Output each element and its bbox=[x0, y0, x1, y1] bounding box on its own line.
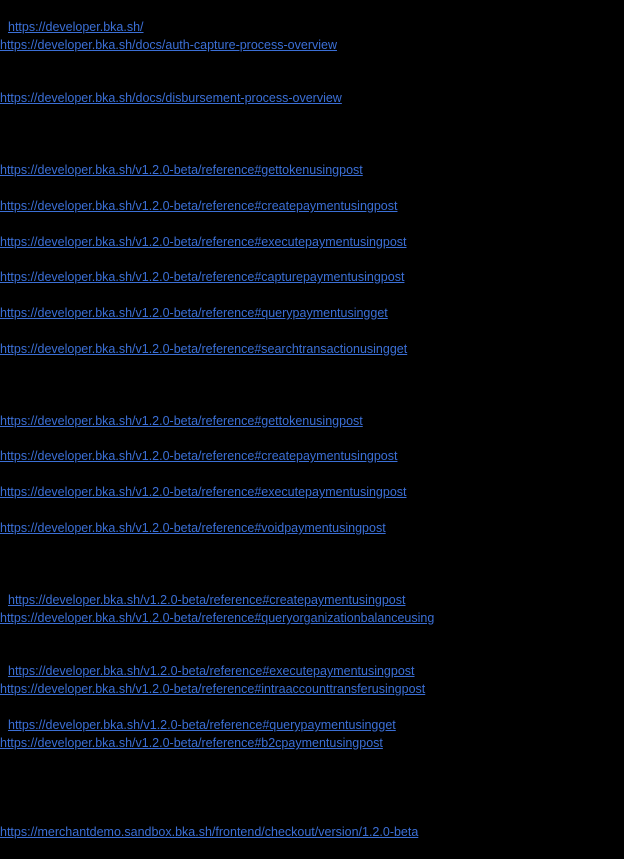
link-createpayment[interactable]: https://developer.bka.sh/v1.2.0-beta/ref… bbox=[0, 198, 397, 214]
link-createpayment-2[interactable]: https://developer.bka.sh/v1.2.0-beta/ref… bbox=[0, 448, 397, 464]
document-page: https://developer.bka.sh/ https://develo… bbox=[0, 0, 624, 859]
link-searchtransaction[interactable]: https://developer.bka.sh/v1.2.0-beta/ref… bbox=[0, 341, 407, 357]
link-executepayment-2[interactable]: https://developer.bka.sh/v1.2.0-beta/ref… bbox=[0, 484, 407, 500]
link-developer-home[interactable]: https://developer.bka.sh/ bbox=[8, 19, 144, 35]
link-queryorganizationbalance[interactable]: https://developer.bka.sh/v1.2.0-beta/ref… bbox=[0, 610, 434, 626]
link-gettoken[interactable]: https://developer.bka.sh/v1.2.0-beta/ref… bbox=[0, 162, 363, 178]
link-querypayment-2[interactable]: https://developer.bka.sh/v1.2.0-beta/ref… bbox=[8, 717, 396, 733]
link-auth-capture-overview[interactable]: https://developer.bka.sh/docs/auth-captu… bbox=[0, 37, 337, 53]
link-createpayment-3[interactable]: https://developer.bka.sh/v1.2.0-beta/ref… bbox=[8, 592, 405, 608]
link-executepayment[interactable]: https://developer.bka.sh/v1.2.0-beta/ref… bbox=[0, 234, 407, 250]
link-gettoken-2[interactable]: https://developer.bka.sh/v1.2.0-beta/ref… bbox=[0, 413, 363, 429]
link-intraaccounttransfer[interactable]: https://developer.bka.sh/v1.2.0-beta/ref… bbox=[0, 681, 425, 697]
link-disbursement-overview[interactable]: https://developer.bka.sh/docs/disburseme… bbox=[0, 90, 342, 106]
link-executepayment-3[interactable]: https://developer.bka.sh/v1.2.0-beta/ref… bbox=[8, 663, 415, 679]
link-b2cpayment[interactable]: https://developer.bka.sh/v1.2.0-beta/ref… bbox=[0, 735, 383, 751]
link-querypayment[interactable]: https://developer.bka.sh/v1.2.0-beta/ref… bbox=[0, 305, 388, 321]
link-capturepayment[interactable]: https://developer.bka.sh/v1.2.0-beta/ref… bbox=[0, 269, 404, 285]
link-merchant-demo-checkout[interactable]: https://merchantdemo.sandbox.bka.sh/fron… bbox=[0, 824, 418, 840]
link-voidpayment[interactable]: https://developer.bka.sh/v1.2.0-beta/ref… bbox=[0, 520, 386, 536]
